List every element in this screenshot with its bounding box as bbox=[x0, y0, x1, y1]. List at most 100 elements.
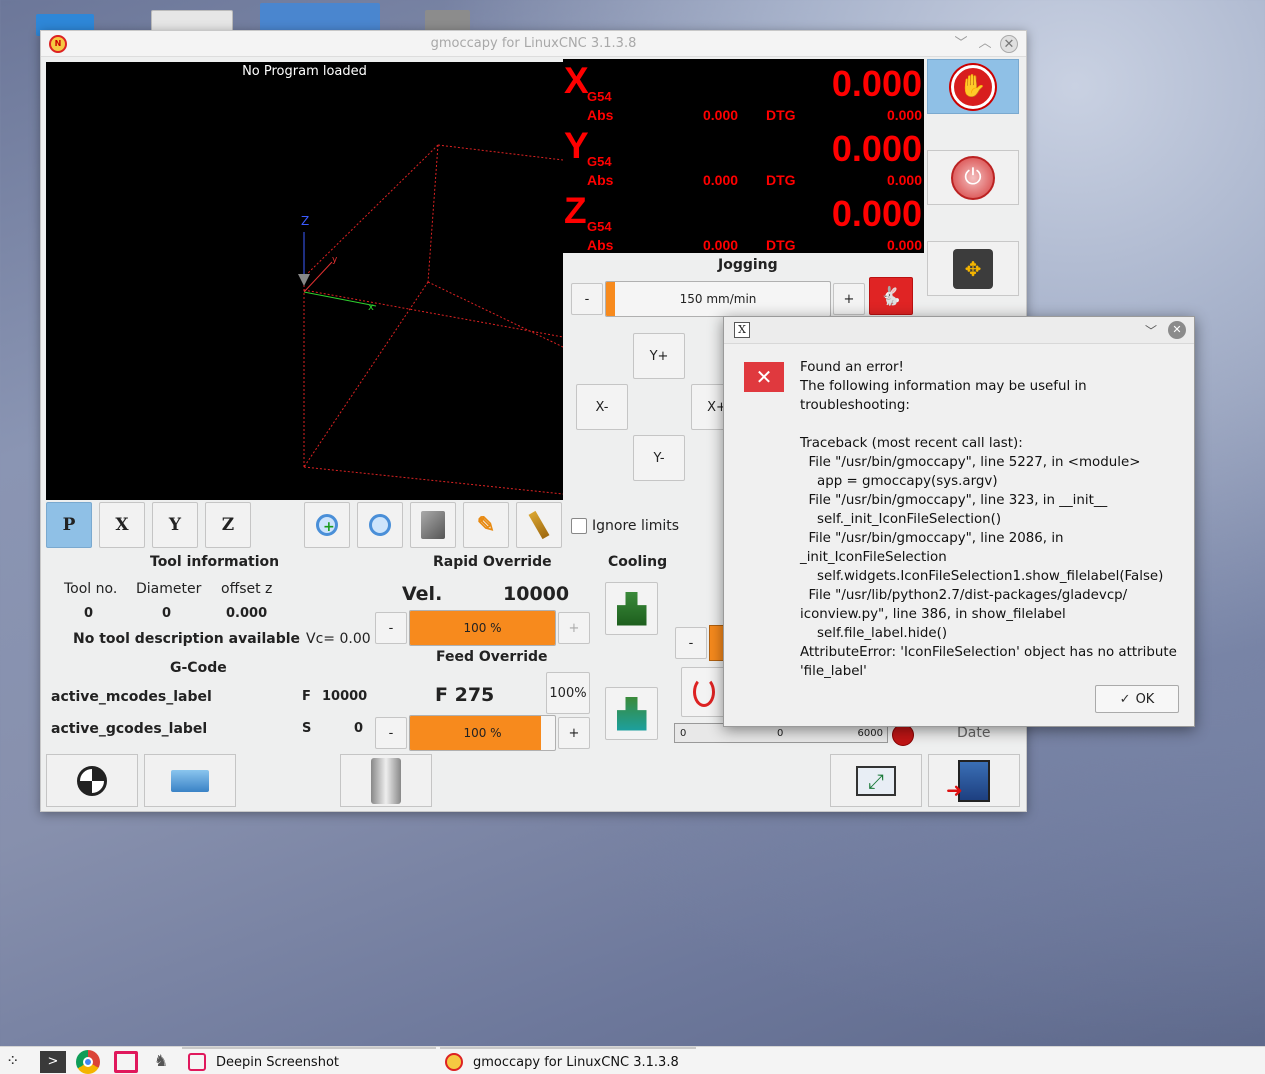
terminal-icon[interactable]: > bbox=[40, 1051, 66, 1073]
broom-icon bbox=[528, 510, 550, 540]
jog-x-minus-button[interactable]: X- bbox=[576, 384, 628, 430]
ok-button[interactable]: ✓ OK bbox=[1095, 685, 1179, 713]
jog-y-plus-button[interactable]: Y+ bbox=[633, 333, 685, 379]
manual-mode-button[interactable]: ✥ bbox=[927, 241, 1019, 296]
rapid-override-title: Rapid Override bbox=[433, 554, 552, 570]
mist-button[interactable] bbox=[605, 582, 658, 635]
ignore-limits-label: Ignore limits bbox=[592, 518, 680, 534]
vc-label: Vc= 0.00 bbox=[306, 631, 371, 647]
z-axis-label: Z bbox=[301, 214, 309, 228]
view-z-button[interactable]: Z bbox=[205, 502, 251, 548]
jog-speed-plus-button[interactable]: + bbox=[833, 283, 865, 315]
active-mcodes: active_mcodes_label bbox=[51, 689, 212, 705]
tool-change-button[interactable] bbox=[340, 754, 432, 807]
tool-no-value: 0 bbox=[84, 606, 94, 621]
view-y-button[interactable]: Y bbox=[152, 502, 198, 548]
jogging-title: Jogging bbox=[718, 257, 778, 273]
task-gmoccapy[interactable]: gmoccapy for LinuxCNC 3.1.3.8 bbox=[440, 1047, 696, 1074]
zoom-out-button[interactable] bbox=[357, 502, 403, 548]
feed-f-value: 10000 bbox=[322, 689, 368, 704]
desktop-document-icon[interactable] bbox=[151, 10, 233, 32]
clear-plot-button[interactable] bbox=[516, 502, 562, 548]
chrome-icon[interactable] bbox=[76, 1050, 100, 1074]
vel-value: 10000 bbox=[503, 583, 570, 605]
gremlin-preview[interactable]: No Program loaded Z x y bbox=[46, 62, 563, 500]
zoom-out-icon bbox=[369, 514, 391, 536]
linuxcnc-icon[interactable]: ♞ bbox=[150, 1051, 172, 1073]
preview-scene: Z x y bbox=[298, 144, 563, 495]
offset-z-value: 0.000 bbox=[226, 606, 268, 621]
feed-override-title: Feed Override bbox=[436, 649, 548, 665]
dialog-heading: Found an error! bbox=[800, 360, 904, 375]
feed-minus-button[interactable]: - bbox=[375, 717, 407, 749]
dialog-minimize-icon[interactable]: ﹀ bbox=[1145, 322, 1157, 339]
spindle-rotate-icon bbox=[693, 677, 715, 707]
tool-measure-button[interactable] bbox=[410, 502, 456, 548]
feed-override-slider[interactable]: 100 % bbox=[409, 715, 556, 751]
mist-coolant-icon bbox=[616, 591, 647, 626]
jog-y-minus-button[interactable]: Y- bbox=[633, 435, 685, 481]
jog-speed-minus-button[interactable]: - bbox=[571, 283, 603, 315]
maximize-icon[interactable]: ︿ bbox=[976, 35, 994, 53]
dialog-traceback: The following information may be useful … bbox=[800, 379, 1177, 679]
flood-button[interactable] bbox=[605, 687, 658, 740]
touch-off-button[interactable] bbox=[144, 754, 236, 807]
dialog-close-icon[interactable]: ✕ bbox=[1168, 321, 1186, 339]
offset-z-header: offset z bbox=[221, 581, 273, 597]
diameter-header: Diameter bbox=[136, 581, 202, 597]
dro-z[interactable]: Z G54 0.000 Abs 0.000 DTG 0.000 bbox=[563, 189, 924, 254]
pencil-icon: ✎ bbox=[476, 512, 496, 538]
dro-y-value: 0.000 bbox=[831, 128, 922, 169]
rapid-plus-button[interactable]: + bbox=[558, 612, 590, 644]
dialog-titlebar: X ﹀ ✕ bbox=[724, 317, 1194, 344]
check-icon: ✓ bbox=[1119, 691, 1131, 707]
flood-coolant-icon bbox=[616, 696, 647, 731]
spindle-minus-button[interactable]: - bbox=[675, 627, 707, 659]
vel-label: Vel. bbox=[402, 583, 443, 605]
home-axes-icon bbox=[77, 765, 107, 796]
jog-speed-slider[interactable]: 150 mm/min bbox=[605, 281, 831, 317]
tool-description: No tool description available bbox=[73, 631, 301, 647]
feed-reset-button[interactable]: 100% bbox=[546, 672, 590, 714]
spindle-rotate-button[interactable] bbox=[681, 667, 727, 717]
feed-override-value: 100 % bbox=[463, 726, 502, 740]
x11-app-icon: X bbox=[734, 322, 750, 338]
dro-z-value: 0.000 bbox=[831, 193, 922, 234]
desktop-selected-icon[interactable] bbox=[260, 3, 380, 31]
svg-text:x: x bbox=[368, 302, 374, 313]
desktop-file-icon[interactable] bbox=[425, 10, 470, 32]
svg-text:y: y bbox=[332, 255, 338, 265]
zoom-in-button[interactable]: + bbox=[304, 502, 350, 548]
ref-all-button[interactable] bbox=[46, 754, 138, 807]
power-icon: ⏻ bbox=[951, 155, 995, 200]
machine-power-button[interactable]: ⏻ bbox=[927, 150, 1019, 205]
spindle-s-label: S bbox=[302, 721, 312, 736]
touch-off-icon bbox=[171, 769, 209, 792]
feed-plus-button[interactable]: + bbox=[558, 717, 590, 749]
view-x-button[interactable]: X bbox=[99, 502, 145, 548]
estop-button[interactable]: ✋ bbox=[927, 59, 1019, 114]
screenshot-tool-icon[interactable] bbox=[114, 1051, 138, 1073]
dro-x[interactable]: X G54 0.000 Abs 0.000 DTG 0.000 bbox=[563, 59, 924, 124]
dro-y[interactable]: Y G54 0.000 Abs 0.000 DTG 0.000 bbox=[563, 124, 924, 189]
caliper-icon bbox=[421, 511, 445, 539]
exit-button[interactable]: ➜ bbox=[928, 754, 1020, 807]
feed-f-label: F bbox=[302, 689, 311, 704]
task-deepin-screenshot[interactable]: Deepin Screenshot bbox=[182, 1047, 436, 1074]
turtle-rabbit-button[interactable]: 🐇 bbox=[869, 277, 913, 315]
dialog-message: Found an error! The following informatio… bbox=[800, 358, 1190, 681]
edit-button[interactable]: ✎ bbox=[463, 502, 509, 548]
deepin-screenshot-icon bbox=[188, 1053, 206, 1071]
minimize-icon[interactable]: ﹀ bbox=[952, 35, 970, 53]
jog-speed-value: 150 mm/min bbox=[679, 292, 757, 306]
fullscreen-icon: ⤢ bbox=[856, 765, 896, 796]
close-icon[interactable]: ✕ bbox=[1000, 35, 1018, 53]
rapid-minus-button[interactable]: - bbox=[375, 612, 407, 644]
rapid-override-slider[interactable]: 100 % bbox=[409, 610, 556, 646]
fullscreen-button[interactable]: ⤢ bbox=[830, 754, 922, 807]
launcher-icon[interactable]: ⁘ bbox=[6, 1052, 28, 1070]
spindle-tool-icon bbox=[371, 757, 401, 804]
view-p-button[interactable]: P bbox=[46, 502, 92, 548]
dro-display: X G54 0.000 Abs 0.000 DTG 0.000 Y G54 0.… bbox=[563, 59, 924, 253]
ignore-limits-checkbox[interactable] bbox=[571, 518, 587, 534]
